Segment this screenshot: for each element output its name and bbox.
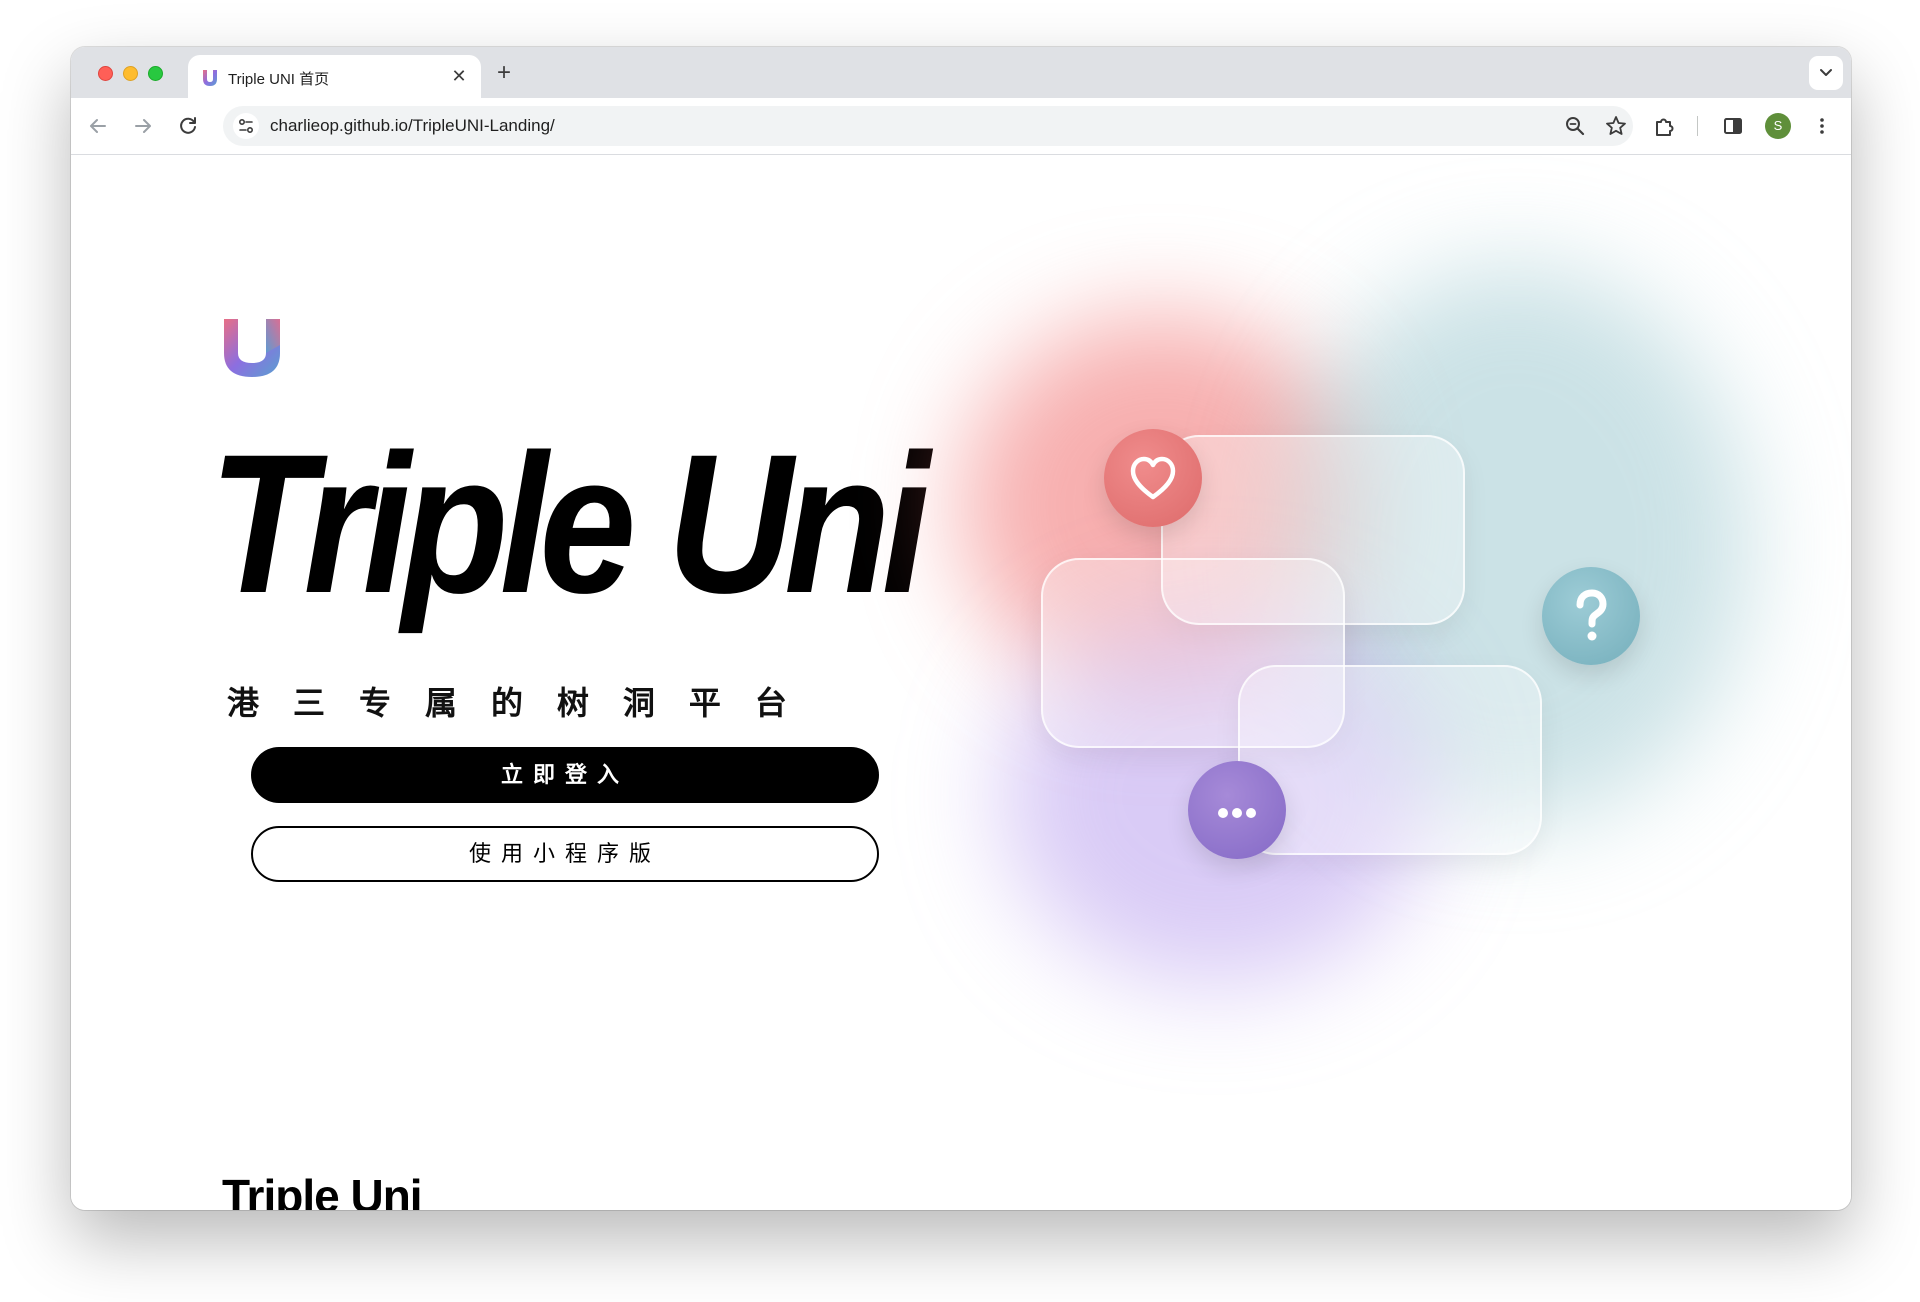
- arrow-right-icon[interactable]: [129, 112, 157, 140]
- reload-icon[interactable]: [174, 112, 202, 140]
- star-icon[interactable]: [1604, 114, 1628, 138]
- tagline: 港 三 专 属 的 树 洞 平 台: [227, 678, 787, 724]
- heart-icon: [1130, 456, 1176, 500]
- tagline-char: 洞: [622, 685, 655, 721]
- tagline-char: 专: [358, 685, 391, 721]
- triple-uni-logo: [224, 319, 280, 377]
- toolbar-divider: [1697, 116, 1698, 136]
- address-bar[interactable]: charlieop.github.io/TripleUNI-Landing/: [223, 106, 1633, 146]
- tune-icon: [239, 119, 254, 134]
- arrow-left-icon[interactable]: [84, 112, 112, 140]
- puzzle-icon[interactable]: [1651, 112, 1679, 140]
- tab-search-button[interactable]: [1809, 56, 1843, 90]
- tab-strip: Triple UNI 首页 ✕ +: [71, 47, 1851, 98]
- side-panel-icon[interactable]: [1719, 112, 1747, 140]
- page-content: Triple Uni 港 三 专 属 的 树 洞 平 台 立即登入 使用小程序版: [71, 155, 1851, 1210]
- section-title: Triple Uni: [222, 1170, 423, 1210]
- login-button[interactable]: 立即登入: [251, 747, 879, 803]
- browser-window: Triple UNI 首页 ✕ + charlieop.github.io/Tr…: [71, 47, 1851, 1210]
- zoom-icon[interactable]: [1563, 114, 1587, 138]
- tagline-char: 台: [754, 685, 787, 721]
- tagline-char: 属: [424, 685, 457, 721]
- new-tab-button[interactable]: +: [490, 60, 518, 88]
- hero-title: Triple Uni: [209, 413, 930, 634]
- tagline-char: 的: [490, 685, 523, 721]
- close-window-button[interactable]: [98, 66, 113, 81]
- minimize-window-button[interactable]: [123, 66, 138, 81]
- tagline-char: 树: [556, 685, 589, 721]
- url-text[interactable]: charlieop.github.io/TripleUNI-Landing/: [270, 116, 555, 136]
- question-bubble: [1542, 567, 1640, 665]
- chevron-down-icon: [1820, 69, 1832, 76]
- tagline-char: 平: [688, 685, 721, 721]
- site-info-button[interactable]: [233, 113, 259, 139]
- tab-favicon-icon: [203, 70, 217, 86]
- tagline-char: 三: [292, 685, 325, 721]
- active-tab[interactable]: Triple UNI 首页 ✕: [188, 55, 481, 98]
- question-mark-icon: [1576, 589, 1607, 641]
- heart-bubble: [1104, 429, 1202, 527]
- kebab-menu-icon[interactable]: [1808, 112, 1836, 140]
- maximize-window-button[interactable]: [148, 66, 163, 81]
- tab-close-icon[interactable]: ✕: [447, 64, 471, 88]
- miniprogram-button[interactable]: 使用小程序版: [251, 826, 879, 882]
- tab-title: Triple UNI 首页: [228, 71, 330, 88]
- toolbar: charlieop.github.io/TripleUNI-Landing/ S: [71, 98, 1851, 155]
- tagline-char: 港: [227, 685, 260, 721]
- profile-avatar[interactable]: S: [1765, 113, 1791, 139]
- more-bubble: [1188, 761, 1286, 859]
- ellipsis-icon: [1218, 808, 1256, 818]
